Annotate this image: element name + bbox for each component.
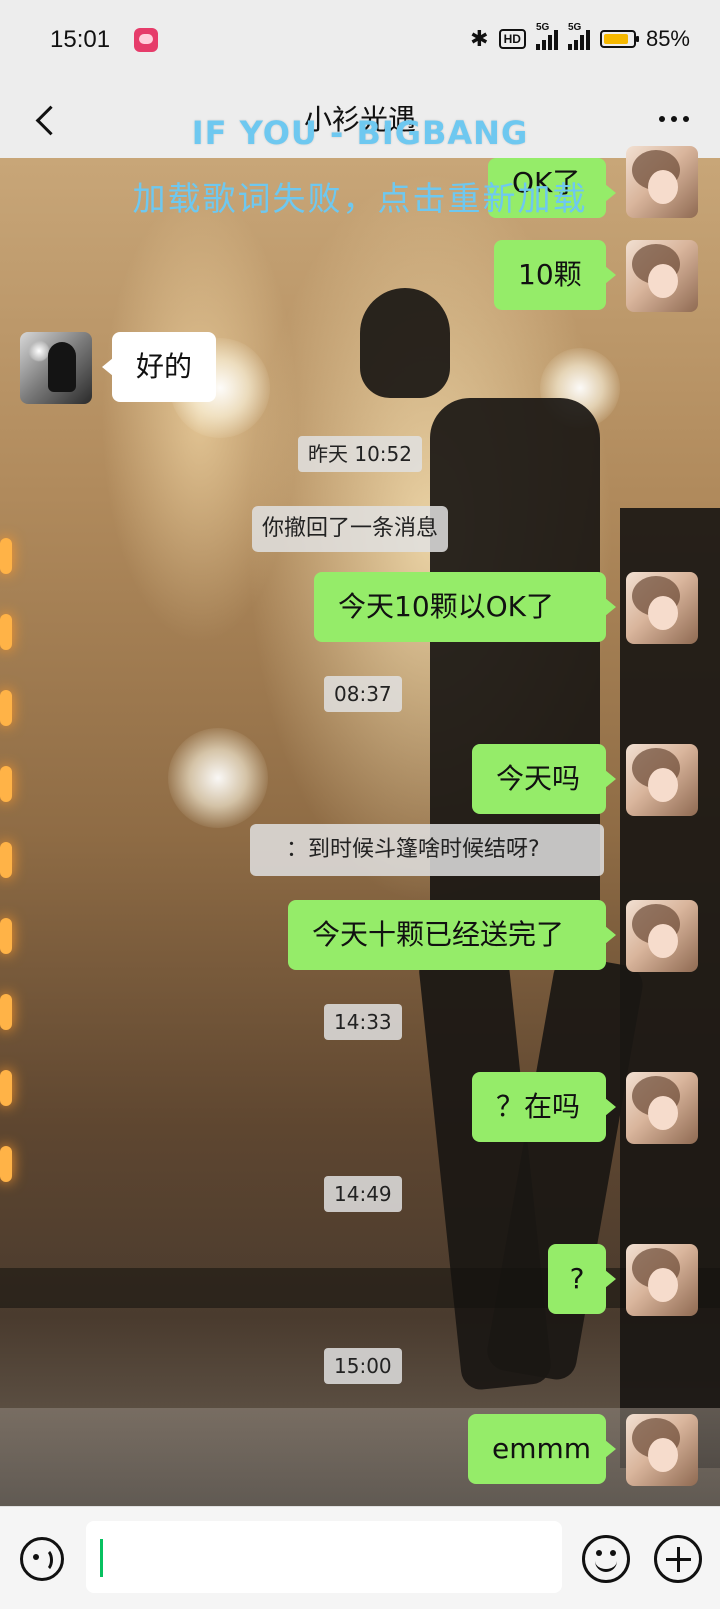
my-avatar[interactable] bbox=[626, 572, 698, 644]
my-avatar[interactable] bbox=[626, 1244, 698, 1316]
battery-icon bbox=[599, 30, 639, 48]
spotlight-glow bbox=[168, 728, 268, 828]
lyrics-reload-link[interactable]: 加载歌词失败，点击重新加载 bbox=[0, 172, 720, 220]
message-bubble-outgoing[interactable]: emmm bbox=[468, 1414, 616, 1484]
message-timestamp: 15:00 bbox=[324, 1348, 402, 1384]
voice-icon[interactable] bbox=[20, 1537, 64, 1581]
signal-1-icon: 5G bbox=[535, 22, 558, 50]
message-timestamp: 昨天 10:52 bbox=[298, 436, 422, 472]
system-notice: 你撤回了一条消息 bbox=[252, 506, 449, 552]
text-cursor bbox=[100, 1539, 103, 1577]
message-bubble-outgoing[interactable]: 今天吗 bbox=[472, 744, 616, 814]
status-time: 15:01 bbox=[50, 26, 111, 53]
bluetooth-icon: ✱ bbox=[470, 26, 489, 51]
signal-2-icon: 5G bbox=[567, 22, 590, 50]
my-avatar[interactable] bbox=[626, 1072, 698, 1144]
hd-icon: HD bbox=[498, 29, 526, 49]
signal-1-label: 5G bbox=[535, 22, 550, 33]
message-input-bar bbox=[0, 1506, 720, 1609]
system-notice: ：到时候斗篷啥时候结呀? bbox=[250, 824, 604, 876]
message-bubble-outgoing[interactable]: 10颗 bbox=[494, 240, 616, 310]
my-avatar[interactable] bbox=[626, 900, 698, 972]
my-avatar[interactable] bbox=[626, 240, 698, 312]
message-bubble-outgoing[interactable]: ？在吗 bbox=[472, 1072, 616, 1142]
app-notification-icon bbox=[134, 28, 158, 52]
battery-percent: 85% bbox=[645, 26, 690, 51]
message-timestamp: 08:37 bbox=[324, 676, 402, 712]
status-bar: 15:01 ✱ HD 5G 5G 85% bbox=[0, 0, 720, 82]
plus-icon[interactable] bbox=[654, 1535, 702, 1583]
contact-avatar[interactable] bbox=[20, 332, 92, 404]
figure-shadow-decoration bbox=[620, 508, 720, 1468]
status-icons: ✱ HD 5G 5G 85% bbox=[470, 22, 690, 52]
message-input[interactable] bbox=[86, 1521, 562, 1593]
emoji-icon[interactable] bbox=[582, 1535, 630, 1583]
my-avatar[interactable] bbox=[626, 744, 698, 816]
message-timestamp: 14:33 bbox=[324, 1004, 402, 1040]
message-bubble-outgoing[interactable]: ? bbox=[548, 1244, 616, 1314]
my-avatar[interactable] bbox=[626, 1414, 698, 1486]
signal-2-label: 5G bbox=[567, 22, 582, 33]
figure-head-decoration bbox=[360, 288, 450, 398]
message-bubble-incoming[interactable]: 好的 bbox=[102, 332, 216, 402]
stage-lights-decoration bbox=[0, 538, 14, 1506]
message-bubble-outgoing[interactable]: 今天十颗已经送完了 bbox=[288, 900, 616, 970]
message-timestamp: 14:49 bbox=[324, 1176, 402, 1212]
message-bubble-outgoing[interactable]: 今天10颗以OK了 bbox=[314, 572, 616, 642]
lyrics-song-title: IF YOU - BIGBANG bbox=[191, 114, 529, 152]
